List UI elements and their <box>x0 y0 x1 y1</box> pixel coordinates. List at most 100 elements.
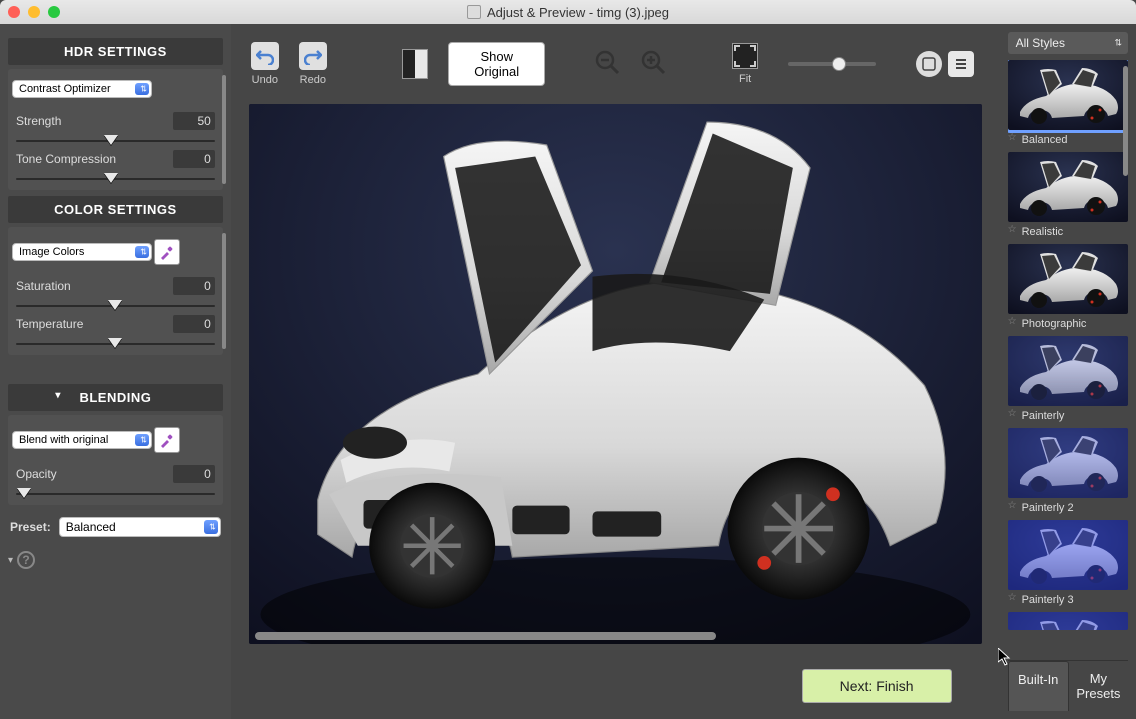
style-filter-select[interactable]: All Styles <box>1008 32 1128 54</box>
color-settings-header: COLOR SETTINGS <box>8 196 223 223</box>
next-finish-button[interactable]: Next: Finish <box>802 669 952 703</box>
preset-scrollbar[interactable] <box>1123 66 1128 176</box>
preset-name: Realistic <box>1008 222 1120 238</box>
saturation-label: Saturation <box>16 279 71 293</box>
preset-name: Balanced <box>1008 130 1120 146</box>
preset-name: Painterly <box>1008 406 1120 422</box>
show-original-button[interactable]: Show Original <box>448 42 545 86</box>
list-view-icon <box>953 56 969 72</box>
close-window-button[interactable] <box>8 6 20 18</box>
hdr-method-select[interactable]: Contrast Optimizer <box>12 80 152 98</box>
preset-card[interactable]: Painterly 3 <box>1008 520 1120 606</box>
list-layout-button[interactable] <box>948 51 974 77</box>
hdr-group: Contrast Optimizer Strength Tone Compres… <box>8 69 223 190</box>
tab-builtin[interactable]: Built-In <box>1008 661 1069 711</box>
window-title: Adjust & Preview - timg (3).jpeg <box>0 5 1136 20</box>
zoom-in-icon <box>640 49 666 75</box>
single-view-icon <box>921 56 937 72</box>
preview-canvas[interactable] <box>249 104 982 644</box>
preset-value: Balanced <box>66 520 116 534</box>
style-filter-value: All Styles <box>1016 36 1065 50</box>
saturation-slider[interactable] <box>16 297 215 313</box>
preset-label: Preset: <box>10 520 51 534</box>
color-mode-select[interactable]: Image Colors <box>12 243 152 261</box>
temperature-input[interactable] <box>173 315 215 333</box>
temperature-label: Temperature <box>16 317 83 331</box>
preset-name: Painterly 2 <box>1008 498 1120 514</box>
eyedropper-icon <box>159 432 175 448</box>
fit-button[interactable]: Fit <box>732 43 758 85</box>
toolbar: Undo Redo Show Original Fit <box>231 24 1000 104</box>
preset-card[interactable]: Realistic <box>1008 152 1120 238</box>
redo-button[interactable]: Redo <box>299 42 327 86</box>
undo-label: Undo <box>252 74 278 86</box>
redo-label: Redo <box>300 74 326 86</box>
preset-thumbnail <box>1008 428 1128 498</box>
preset-thumbnail <box>1008 336 1128 406</box>
opacity-input[interactable] <box>173 465 215 483</box>
preset-card[interactable]: Painterly <box>1008 336 1120 422</box>
blend-mode-select[interactable]: Blend with original <box>12 431 152 449</box>
zoom-slider[interactable] <box>788 62 875 66</box>
preset-thumbnail <box>1008 60 1128 130</box>
color-group-scrollbar[interactable] <box>222 233 226 349</box>
window-title-text: Adjust & Preview - timg (3).jpeg <box>487 5 669 20</box>
preset-card[interactable]: Painterly 2 <box>1008 428 1120 514</box>
preset-name: Photographic <box>1008 314 1120 330</box>
eyedropper-icon <box>159 244 175 260</box>
preset-list[interactable]: Balanced Realistic Photographic Painte <box>1008 60 1128 656</box>
color-group: Image Colors Saturation Temperature <box>8 227 223 355</box>
undo-button[interactable]: Undo <box>251 42 279 86</box>
opacity-slider[interactable] <box>16 485 215 501</box>
zoom-out-button[interactable] <box>594 49 620 80</box>
color-mode-value: Image Colors <box>19 246 84 258</box>
strength-label: Strength <box>16 114 61 128</box>
center-panel: Undo Redo Show Original Fit <box>231 24 1000 719</box>
temperature-slider[interactable] <box>16 335 215 351</box>
split-view-button[interactable] <box>402 49 429 79</box>
canvas-horizontal-scrollbar[interactable] <box>255 632 717 640</box>
preset-card[interactable]: Photographic <box>1008 244 1120 330</box>
presets-panel: All Styles Balanced Realistic <box>1000 24 1136 719</box>
preset-thumbnail <box>1008 520 1128 590</box>
hdr-method-value: Contrast Optimizer <box>19 83 111 95</box>
preset-select[interactable]: Balanced <box>59 517 221 537</box>
window-titlebar: Adjust & Preview - timg (3).jpeg <box>0 0 1136 24</box>
saturation-input[interactable] <box>173 277 215 295</box>
zoom-out-icon <box>594 49 620 75</box>
preset-card[interactable]: Balanced <box>1008 60 1120 146</box>
strength-input[interactable] <box>173 112 215 130</box>
fit-icon <box>732 43 758 69</box>
strength-slider[interactable] <box>16 132 215 148</box>
traffic-lights <box>8 6 60 18</box>
tone-compression-label: Tone Compression <box>16 152 116 166</box>
fit-label: Fit <box>739 73 751 85</box>
hdr-settings-header: HDR SETTINGS <box>8 38 223 65</box>
opacity-label: Opacity <box>16 467 57 481</box>
thumbnail-layout-button[interactable] <box>916 51 942 77</box>
eyedropper-button[interactable] <box>154 239 180 265</box>
preset-thumbnail <box>1008 244 1128 314</box>
tone-compression-slider[interactable] <box>16 170 215 186</box>
minimize-window-button[interactable] <box>28 6 40 18</box>
document-icon <box>467 5 481 19</box>
tone-compression-input[interactable] <box>173 150 215 168</box>
canvas-area: Next: Finish <box>231 104 1000 719</box>
blend-eyedropper-button[interactable] <box>154 427 180 453</box>
blending-group: Blend with original Opacity <box>8 415 223 505</box>
tab-mypresets[interactable]: My Presets <box>1069 661 1128 711</box>
redo-icon <box>304 47 322 65</box>
help-button[interactable]: ? <box>17 551 35 569</box>
zoom-window-button[interactable] <box>48 6 60 18</box>
zoom-in-button[interactable] <box>640 49 666 80</box>
preset-name: Painterly 3 <box>1008 590 1120 606</box>
preset-card[interactable] <box>1008 612 1120 630</box>
preset-thumbnail <box>1008 612 1128 630</box>
blend-mode-value: Blend with original <box>19 434 108 446</box>
settings-panel: HDR SETTINGS Contrast Optimizer Strength… <box>0 24 231 719</box>
undo-icon <box>256 47 274 65</box>
preset-thumbnail <box>1008 152 1128 222</box>
help-expand-icon[interactable]: ▾ <box>8 555 13 566</box>
hdr-group-scrollbar[interactable] <box>222 75 226 184</box>
blending-header[interactable]: BLENDING <box>8 384 223 411</box>
